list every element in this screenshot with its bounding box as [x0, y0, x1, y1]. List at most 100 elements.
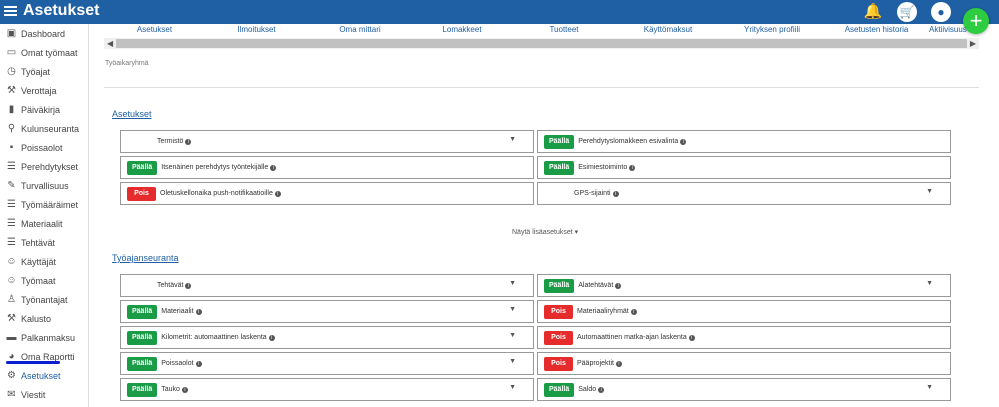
- tab-5[interactable]: Käyttömaksut: [616, 24, 720, 38]
- menu-icon[interactable]: [4, 5, 17, 17]
- tab-0[interactable]: Asetukset: [104, 24, 205, 38]
- setting-card[interactable]: Päällä Materiaalit i ▼: [120, 300, 534, 323]
- sidebar-item-11[interactable]: ☰ Tehtävät: [0, 233, 88, 252]
- setting-card[interactable]: Päällä Itsenäinen perehdytys työntekijäll…: [120, 156, 534, 179]
- chevron-down-icon[interactable]: ▼: [509, 280, 516, 287]
- info-icon[interactable]: i: [270, 164, 277, 171]
- tab-3[interactable]: Lomakkeet: [412, 24, 512, 38]
- toggle-badge[interactable]: Päällä: [544, 160, 575, 175]
- info-icon[interactable]: i: [185, 282, 192, 289]
- cart-icon[interactable]: 🛒: [897, 2, 917, 22]
- sidebar-item-7[interactable]: ☰ Perehdytykset: [0, 157, 88, 176]
- pin-icon: ⚲: [7, 123, 16, 134]
- sidebar-item-label: Materiaalit: [21, 218, 63, 229]
- setting-card[interactable]: Päällä Tauko i ▼: [120, 378, 534, 401]
- sidebar-item-19[interactable]: ✉ Viestit: [0, 385, 88, 404]
- scroll-right-icon[interactable]: ▶: [970, 38, 976, 49]
- sidebar-item-5[interactable]: ⚲ Kulunseuranta: [0, 119, 88, 138]
- chevron-down-icon[interactable]: ▼: [509, 384, 516, 391]
- toggle-badge[interactable]: Päällä: [127, 356, 158, 371]
- setting-card[interactable]: Termistö i ▼: [120, 130, 534, 153]
- setting-card[interactable]: Pois Oletuskellonaika push-notifikaatioil…: [120, 182, 534, 205]
- setting-card[interactable]: Päällä Alatehtävät i ▼: [537, 274, 951, 297]
- setting-label: Materiaaliryhmät: [577, 308, 629, 315]
- setting-label: Perehdytyslomakkeen esivalinta: [578, 138, 679, 145]
- chevron-down-icon[interactable]: ▼: [926, 188, 933, 195]
- setting-card[interactable]: Päällä Kilometrit: automaattinen laskenta…: [120, 326, 534, 349]
- show-more-settings-link[interactable]: Näytä lisäasetukset ▾: [512, 228, 578, 236]
- sidebar-item-13[interactable]: ☺ Työmaat: [0, 271, 88, 290]
- toggle-badge[interactable]: Päällä: [127, 160, 158, 175]
- info-icon[interactable]: i: [195, 308, 202, 315]
- sidebar-item-16[interactable]: ▬ Palkanmaksu: [0, 328, 88, 347]
- setting-card[interactable]: Pois Pääprojektit i: [537, 352, 951, 375]
- tab-7[interactable]: Asetusten historia: [824, 24, 929, 38]
- toggle-badge[interactable]: Päällä: [127, 330, 158, 345]
- info-icon[interactable]: i: [185, 138, 192, 145]
- tab-8[interactable]: Aktiivisuus: [929, 24, 979, 38]
- chevron-down-icon[interactable]: ▼: [509, 306, 516, 313]
- sidebar-item-9[interactable]: ☰ Työmääräimet: [0, 195, 88, 214]
- tab-4[interactable]: Tuotteet: [512, 24, 616, 38]
- info-icon[interactable]: i: [688, 334, 695, 341]
- setting-card[interactable]: Päällä Perehdytyslomakkeen esivalinta i: [537, 130, 951, 153]
- toggle-badge[interactable]: Päällä: [544, 278, 575, 293]
- setting-card[interactable]: Tehtävät i ▼: [120, 274, 534, 297]
- setting-card[interactable]: Pois Materiaaliryhmät i: [537, 300, 951, 323]
- sidebar-item-8[interactable]: ✎ Turvallisuus: [0, 176, 88, 195]
- tab-2[interactable]: Oma mittari: [308, 24, 412, 38]
- section-title-tyoajanseuranta[interactable]: Työajanseuranta: [112, 253, 179, 263]
- tab-6[interactable]: Yrityksen profiili: [720, 24, 824, 38]
- sidebar-item-2[interactable]: ◷ Työajat: [0, 62, 88, 81]
- tab-scrollbar[interactable]: ◀ ▶: [104, 38, 979, 49]
- chevron-down-icon[interactable]: ▼: [509, 358, 516, 365]
- sidebar-item-10[interactable]: ☰ Materiaalit: [0, 214, 88, 233]
- user-icon[interactable]: ●: [931, 2, 951, 22]
- sidebar-item-4[interactable]: ▮ Päiväkirja: [0, 100, 88, 119]
- sidebar-item-18[interactable]: ⚙ Asetukset: [0, 366, 88, 385]
- bell-icon[interactable]: 🔔: [863, 2, 883, 22]
- sidebar-item-3[interactable]: ⚒ Verottaja: [0, 81, 88, 100]
- toggle-badge[interactable]: Päällä: [127, 382, 158, 397]
- info-icon[interactable]: i: [629, 164, 636, 171]
- toggle-badge[interactable]: Päällä: [544, 382, 575, 397]
- sidebar-item-6[interactable]: ▪ Poissaolot: [0, 138, 88, 157]
- toggle-badge[interactable]: Pois: [544, 304, 573, 319]
- toggle-badge[interactable]: Pois: [544, 356, 573, 371]
- scroll-left-icon[interactable]: ◀: [107, 38, 113, 49]
- setting-label: Automaattinen matka-ajan laskenta: [577, 334, 687, 341]
- toggle-badge[interactable]: Päällä: [544, 134, 575, 149]
- sidebar-item-label: Turvallisuus: [21, 180, 69, 191]
- info-icon[interactable]: i: [181, 386, 188, 393]
- setting-card[interactable]: Päällä Esimiestoiminto i: [537, 156, 951, 179]
- setting-card[interactable]: GPS-sijainti i ▼: [537, 182, 951, 205]
- chevron-down-icon[interactable]: ▼: [926, 280, 933, 287]
- info-icon[interactable]: i: [615, 360, 622, 367]
- tab-1[interactable]: Ilmoitukset: [205, 24, 308, 38]
- setting-card[interactable]: Päällä Poissaolot i ▼: [120, 352, 534, 375]
- info-icon[interactable]: i: [680, 138, 687, 145]
- toggle-badge[interactable]: Päällä: [127, 304, 158, 319]
- info-icon[interactable]: i: [268, 334, 275, 341]
- info-icon[interactable]: i: [274, 190, 281, 197]
- toggle-badge[interactable]: Pois: [127, 186, 156, 201]
- coffee-icon: ▪: [9, 142, 14, 153]
- sidebar-item-0[interactable]: ▣ Dashboard: [0, 24, 88, 43]
- sidebar-item-12[interactable]: ☺ Käyttäjät: [0, 252, 88, 271]
- toggle-badge[interactable]: Pois: [544, 330, 573, 345]
- section-title-asetukset[interactable]: Asetukset: [112, 109, 152, 119]
- setting-card[interactable]: Päällä Saldo i ▼: [537, 378, 951, 401]
- info-icon[interactable]: i: [598, 386, 605, 393]
- info-icon[interactable]: i: [195, 360, 202, 367]
- info-icon[interactable]: i: [630, 308, 637, 315]
- sidebar-item-15[interactable]: ⚒ Kalusto: [0, 309, 88, 328]
- info-icon[interactable]: i: [612, 190, 619, 197]
- info-icon[interactable]: i: [615, 282, 622, 289]
- setting-card[interactable]: Pois Automaattinen matka-ajan laskenta i: [537, 326, 951, 349]
- sidebar-item-14[interactable]: ♙ Työnantajat: [0, 290, 88, 309]
- chevron-down-icon[interactable]: ▼: [509, 136, 516, 143]
- scroll-thumb[interactable]: [116, 39, 967, 48]
- sidebar-item-1[interactable]: ▭ Omat työmaat: [0, 43, 88, 62]
- chevron-down-icon[interactable]: ▼: [509, 332, 516, 339]
- chevron-down-icon[interactable]: ▼: [926, 384, 933, 391]
